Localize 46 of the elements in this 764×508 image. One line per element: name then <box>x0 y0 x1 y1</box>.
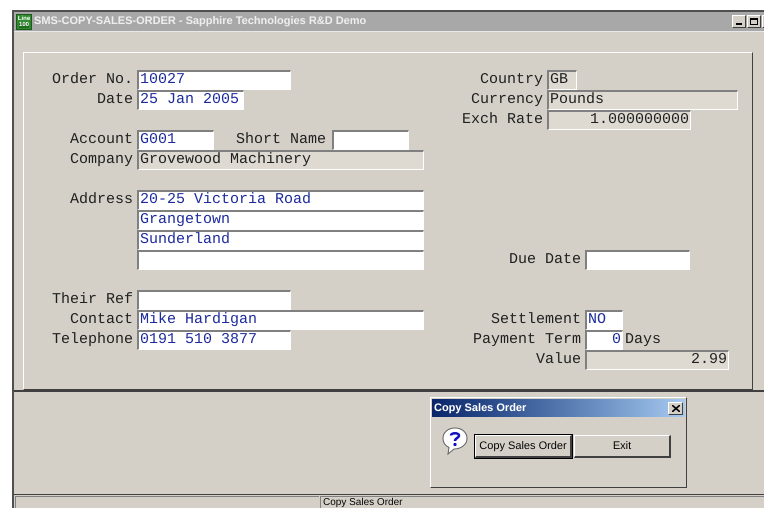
input-field[interactable]: 10027 <box>137 70 291 90</box>
input-field[interactable]: 25 Jan 2005 <box>137 90 244 110</box>
field-label: Short Name <box>236 130 328 150</box>
input-field[interactable]: NO <box>585 310 623 330</box>
input-field[interactable] <box>585 250 690 270</box>
field-label: Date <box>96 90 133 110</box>
input-field[interactable] <box>137 290 291 310</box>
input-field[interactable]: Mike Hardigan <box>137 310 424 330</box>
field-label: Value <box>536 350 581 370</box>
field-label: Address <box>70 190 133 210</box>
field-label: Exch Rate <box>462 110 543 130</box>
readonly-field: Pounds <box>547 90 738 110</box>
maximize-button[interactable] <box>747 15 761 28</box>
field-label: Currency <box>470 90 543 110</box>
readonly-field: Grovewood Machinery <box>137 150 424 170</box>
window-title: SMS-COPY-SALES-ORDER - Sapphire Technologies R&D Demo <box>34 14 366 30</box>
field-label: Order No. <box>52 70 133 90</box>
readonly-field: GB <box>547 70 577 90</box>
field-label: Company <box>70 150 133 170</box>
input-field[interactable] <box>137 250 424 270</box>
input-field[interactable]: G001 <box>137 130 214 150</box>
dialog-title: Copy Sales Order <box>434 400 526 416</box>
readonly-field: 1.000000000 <box>547 110 691 130</box>
dialog-button[interactable]: Copy Sales Order <box>475 435 572 458</box>
input-field[interactable] <box>332 130 410 150</box>
input-field[interactable]: Sunderland <box>137 230 424 250</box>
status-bar-text: Copy Sales Order <box>320 496 764 508</box>
field-label: Contact <box>70 310 133 330</box>
field-label: Due Date <box>508 250 581 270</box>
dialog-button[interactable]: Exit <box>574 435 671 458</box>
field-label: Telephone <box>52 330 133 350</box>
field-label: Their Ref <box>52 290 133 310</box>
field-label: Settlement <box>490 310 581 330</box>
question-icon <box>442 427 469 455</box>
input-field[interactable]: 20-25 Victoria Road <box>137 190 424 210</box>
unit-label: Days <box>624 330 662 350</box>
input-field[interactable]: 0191 510 3877 <box>137 330 291 350</box>
field-label: Account <box>70 130 133 150</box>
readonly-field: 2.99 <box>585 350 729 370</box>
field-label: Payment Term <box>472 330 581 350</box>
field-label: Country <box>480 70 543 90</box>
input-field[interactable]: 0 <box>585 330 623 350</box>
input-field[interactable]: Grangetown <box>137 210 424 230</box>
close-icon <box>672 404 680 412</box>
minimize-button[interactable] <box>732 15 746 28</box>
close-button[interactable] <box>668 402 683 414</box>
